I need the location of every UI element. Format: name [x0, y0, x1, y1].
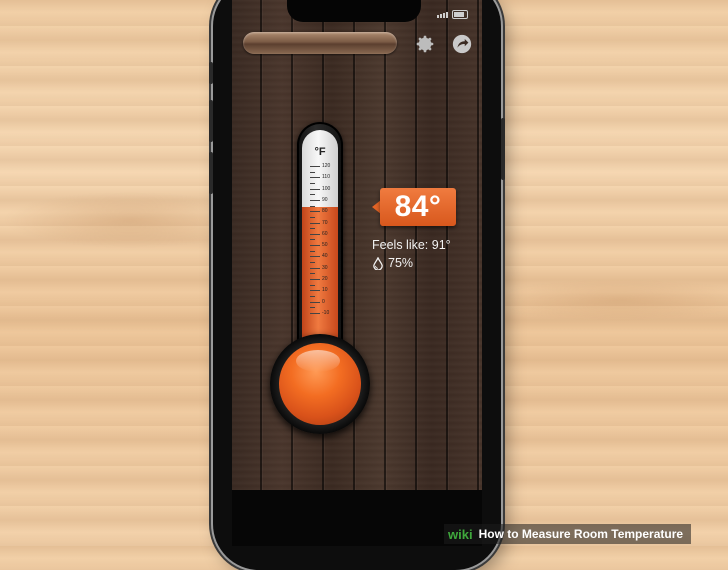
- scale-tick: [310, 177, 320, 179]
- scale-tick: [310, 211, 320, 213]
- gear-icon: [416, 35, 434, 53]
- scale-minor-tick: [310, 182, 315, 184]
- scale-minor-tick: [310, 295, 315, 297]
- temperature-badge: 84°: [380, 188, 456, 226]
- scale-tick: [310, 222, 320, 224]
- scale-label: 30: [322, 264, 328, 271]
- status-bar: [437, 10, 468, 19]
- scale-label: 50: [322, 242, 328, 249]
- feels-like-text: Feels like: 91°: [372, 238, 451, 252]
- scale-minor-tick: [310, 284, 315, 286]
- scale-minor-tick: [310, 307, 315, 309]
- volume-down-button: [209, 152, 213, 194]
- scale-minor-tick: [310, 239, 315, 241]
- scale-minor-tick: [310, 171, 315, 173]
- scale-tick: [310, 199, 320, 201]
- humidity-row: 75%: [372, 256, 413, 270]
- share-icon: [452, 34, 472, 54]
- thermometer: °F 120 110 100 90 80 70 60 50 40 30 20 10 0 -10: [270, 122, 370, 434]
- scale-label: 90: [322, 196, 328, 203]
- mute-switch: [209, 62, 213, 84]
- scale-label: 20: [322, 276, 328, 282]
- battery-icon: [452, 10, 468, 19]
- bulb-highlight: [296, 350, 340, 372]
- scale-tick: [310, 267, 320, 269]
- thermometer-tube: °F 120 110 100 90 80 70 60 50 40 30 20 10 0 -10: [302, 130, 338, 354]
- notch: [287, 0, 421, 22]
- scale-label: 40: [322, 253, 328, 260]
- scale-minor-tick: [310, 250, 315, 252]
- scale-tick: [310, 245, 320, 247]
- settings-button[interactable]: [413, 32, 437, 56]
- caption-bar: wiki How to Measure Room Temperature: [444, 524, 692, 544]
- scale-tick: [310, 188, 320, 190]
- scale-label: 60: [322, 230, 328, 237]
- caption-title: How to Measure Room Temperature: [478, 527, 684, 541]
- scale-tick: [310, 312, 320, 314]
- wiki-logo: wiki: [448, 526, 473, 542]
- scale-tick: [310, 233, 320, 235]
- power-button: [501, 118, 505, 180]
- scale-label: 0: [322, 298, 325, 305]
- scale-label: 70: [322, 219, 328, 226]
- mercury-column: [302, 206, 338, 354]
- scale-minor-tick: [310, 216, 315, 218]
- humidity-drop-icon: [373, 256, 383, 270]
- scale-tick: [310, 301, 320, 303]
- scale-label: 100: [322, 185, 331, 192]
- scale-minor-tick: [310, 194, 315, 196]
- scale-minor-tick: [310, 262, 315, 264]
- scale-tick: [310, 290, 320, 292]
- scale-tick: [310, 256, 320, 258]
- scale-tick: [310, 279, 320, 280]
- scale-minor-tick: [310, 228, 315, 230]
- unit-label: °F: [314, 146, 326, 158]
- share-button[interactable]: [450, 32, 474, 56]
- scale-minor-tick: [310, 273, 315, 275]
- humidity-value: 75%: [388, 256, 414, 270]
- signal-icon: [437, 11, 448, 18]
- scale-tick: [310, 166, 320, 167]
- scale-label: 80: [322, 208, 328, 215]
- scale-minor-tick: [310, 205, 315, 207]
- scale-label: -10: [322, 309, 330, 316]
- volume-up-button: [209, 100, 213, 142]
- top-display-bar: [243, 32, 397, 54]
- scale-label: 110: [322, 174, 330, 181]
- scale-label: 120: [322, 163, 331, 169]
- scale-label: 10: [322, 287, 328, 294]
